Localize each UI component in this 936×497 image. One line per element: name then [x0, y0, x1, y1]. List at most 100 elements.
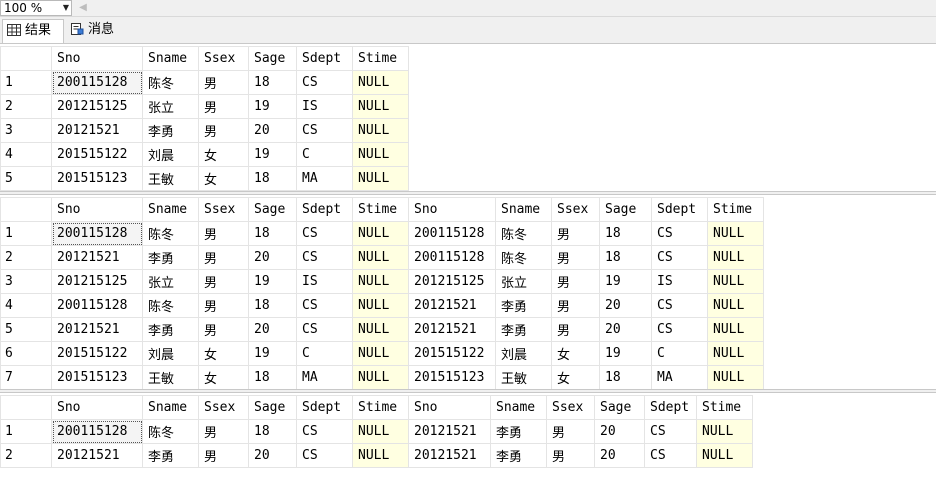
cell-sno[interactable]: 200115128 [408, 221, 496, 246]
cell-sno[interactable]: 200115128 [51, 293, 143, 318]
cell-ssex[interactable]: 男 [546, 443, 595, 468]
cell-ssex[interactable]: 男 [198, 118, 249, 143]
tab-results[interactable]: 结果 [2, 19, 64, 43]
cell-sage[interactable]: 18 [248, 365, 297, 390]
column-header-sdept[interactable]: Sdept [296, 197, 353, 222]
cell-ssex[interactable]: 男 [198, 70, 249, 95]
cell-sno[interactable]: 20121521 [408, 443, 491, 468]
column-header-stime[interactable]: Stime [352, 197, 409, 222]
cell-ssex[interactable]: 男 [551, 293, 600, 318]
cell-sno[interactable]: 201515122 [51, 142, 143, 167]
cell-sno[interactable]: 200115128 [51, 70, 143, 95]
cell-sno[interactable]: 20121521 [51, 443, 143, 468]
cell-sno[interactable]: 201215125 [408, 269, 496, 294]
cell-sno[interactable]: 20121521 [51, 317, 143, 342]
cell-stime[interactable]: NULL [352, 221, 409, 246]
cell-ssex[interactable]: 女 [198, 142, 249, 167]
cell-sdept[interactable]: CS [651, 221, 708, 246]
cell-sage[interactable]: 20 [248, 443, 297, 468]
row-number[interactable]: 1 [0, 221, 52, 246]
cell-ssex[interactable]: 男 [551, 245, 600, 270]
cell-sage[interactable]: 20 [594, 443, 645, 468]
cell-sdept[interactable]: CS [296, 245, 353, 270]
column-header-ssex[interactable]: Ssex [551, 197, 600, 222]
cell-sage[interactable]: 18 [248, 70, 297, 95]
column-header-sdept[interactable]: Sdept [651, 197, 708, 222]
cell-ssex[interactable]: 男 [551, 269, 600, 294]
cell-stime[interactable]: NULL [352, 166, 409, 191]
cell-ssex[interactable]: 男 [198, 94, 249, 119]
cell-sdept[interactable]: IS [296, 94, 353, 119]
cell-ssex[interactable]: 男 [198, 317, 249, 342]
cell-stime[interactable]: NULL [707, 317, 764, 342]
column-header-ssex[interactable]: Ssex [198, 395, 249, 420]
grid-corner[interactable] [0, 395, 52, 420]
cell-stime[interactable]: NULL [707, 293, 764, 318]
cell-sage[interactable]: 20 [248, 245, 297, 270]
cell-stime[interactable]: NULL [707, 341, 764, 366]
cell-sage[interactable]: 19 [248, 142, 297, 167]
row-number[interactable]: 3 [0, 269, 52, 294]
column-header-stime[interactable]: Stime [696, 395, 753, 420]
cell-ssex[interactable]: 男 [198, 443, 249, 468]
cell-stime[interactable]: NULL [352, 118, 409, 143]
cell-stime[interactable]: NULL [352, 443, 409, 468]
row-number[interactable]: 2 [0, 245, 52, 270]
cell-stime[interactable]: NULL [352, 293, 409, 318]
result-grid-1[interactable]: Sno Sname Ssex Sage Sdept Stime 1 200115128 陈冬男 1… [0, 46, 936, 191]
cell-ssex[interactable]: 男 [551, 221, 600, 246]
cell-sdept[interactable]: CS [296, 419, 353, 444]
column-header-sno[interactable]: Sno [51, 395, 143, 420]
cell-stime[interactable]: NULL [352, 317, 409, 342]
cell-sage[interactable]: 20 [248, 118, 297, 143]
column-header-sname[interactable]: Sname [142, 46, 199, 71]
cell-stime[interactable]: NULL [352, 70, 409, 95]
cell-sdept[interactable]: C [651, 341, 708, 366]
tab-messages[interactable]: 消息 [66, 19, 126, 43]
cell-sdept[interactable]: IS [651, 269, 708, 294]
column-header-sno[interactable]: Sno [408, 395, 491, 420]
cell-ssex[interactable]: 男 [546, 419, 595, 444]
table-row[interactable]: 2 20121521 李勇男 20 CS NULL 200115128 陈冬男 18 CS NULL [0, 245, 764, 270]
cell-ssex[interactable]: 男 [198, 293, 249, 318]
table-row[interactable]: 2 201215125 张立男 19 IS NULL [0, 94, 409, 119]
cell-sno[interactable]: 201215125 [51, 94, 143, 119]
table-row[interactable]: 6 201515122 刘晨女 19 C NULL 201515122 刘晨女 19 C NULL [0, 341, 764, 366]
row-number[interactable]: 4 [0, 142, 52, 167]
cell-sdept[interactable]: CS [296, 317, 353, 342]
cell-sname[interactable]: 张立 [142, 269, 199, 294]
cell-sage[interactable]: 20 [248, 317, 297, 342]
cell-stime[interactable]: NULL [352, 245, 409, 270]
cell-sname[interactable]: 王敏 [142, 365, 199, 390]
cell-sname[interactable]: 陈冬 [495, 245, 552, 270]
result-grid-2[interactable]: Sno Sname Ssex Sage Sdept Stime Sno Sname Ssex Sa… [0, 197, 936, 390]
cell-sname[interactable]: 李勇 [142, 443, 199, 468]
column-header-sage[interactable]: Sage [599, 197, 652, 222]
column-header-sage[interactable]: Sage [594, 395, 645, 420]
cell-stime[interactable]: NULL [707, 245, 764, 270]
scroll-left-arrow-icon[interactable]: ◀ [77, 1, 89, 15]
column-header-sname[interactable]: Sname [490, 395, 547, 420]
cell-sname[interactable]: 刘晨 [495, 341, 552, 366]
table-row[interactable]: 3 20121521 李勇男 20 CS NULL [0, 118, 409, 143]
cell-stime[interactable]: NULL [352, 94, 409, 119]
cell-sage[interactable]: 18 [599, 245, 652, 270]
cell-sno[interactable]: 201515123 [51, 166, 143, 191]
cell-sname[interactable]: 李勇 [490, 443, 547, 468]
column-header-sage[interactable]: Sage [248, 46, 297, 71]
cell-sage[interactable]: 19 [599, 269, 652, 294]
column-header-ssex[interactable]: Ssex [546, 395, 595, 420]
column-header-sname[interactable]: Sname [495, 197, 552, 222]
cell-sage[interactable]: 18 [599, 221, 652, 246]
cell-sname[interactable]: 李勇 [495, 317, 552, 342]
cell-sage[interactable]: 18 [248, 293, 297, 318]
row-number[interactable]: 2 [0, 94, 52, 119]
cell-stime[interactable]: NULL [352, 142, 409, 167]
cell-sno[interactable]: 20121521 [408, 293, 496, 318]
grid-splitter[interactable] [0, 191, 936, 195]
column-header-sage[interactable]: Sage [248, 197, 297, 222]
cell-sno[interactable]: 201515122 [51, 341, 143, 366]
cell-stime[interactable]: NULL [696, 419, 753, 444]
cell-ssex[interactable]: 男 [551, 317, 600, 342]
cell-stime[interactable]: NULL [352, 365, 409, 390]
